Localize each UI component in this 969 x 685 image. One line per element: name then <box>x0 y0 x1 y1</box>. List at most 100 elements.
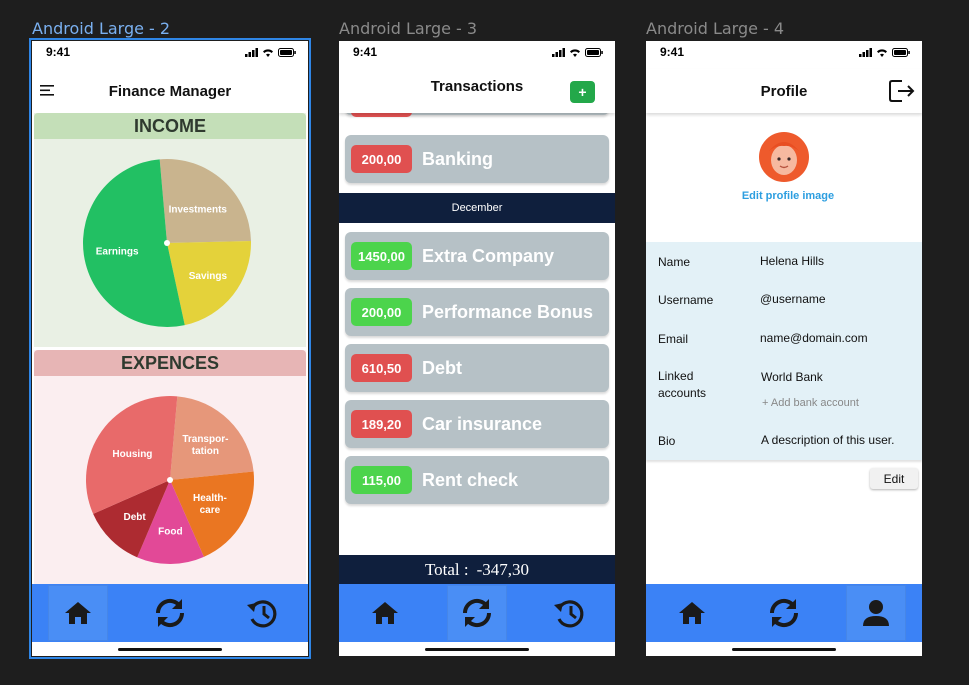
avatar-image <box>759 132 809 182</box>
nav-home-button[interactable] <box>662 585 722 641</box>
wifi-icon <box>877 48 887 57</box>
signal-icon <box>245 47 258 57</box>
email-label: Email <box>658 332 689 346</box>
profile-details: Name Helena Hills Username @username Ema… <box>646 242 922 460</box>
transaction-amount: 200,00 <box>351 145 412 173</box>
status-bar: 9:41 <box>32 41 308 63</box>
transaction-row[interactable]: 200,00 Performance Bonus <box>345 288 609 336</box>
status-time: 9:41 <box>46 45 71 59</box>
nav-home-button[interactable] <box>355 585 415 641</box>
username-label: Username <box>658 293 714 307</box>
status-bar: 9:41 <box>646 41 922 63</box>
transaction-row[interactable]: 610,50 Debt <box>345 344 609 392</box>
person-icon <box>863 600 889 626</box>
signal-icon <box>552 47 565 57</box>
transaction-amount: 189,20 <box>351 410 412 438</box>
transaction-amount: 1450,00 <box>351 242 412 270</box>
pie-slice-label: Investments <box>169 205 228 216</box>
home-icon <box>679 602 705 624</box>
signal-icon <box>859 47 872 57</box>
frame-label-transactions: Android Large - 3 <box>339 19 478 38</box>
name-label: Name <box>658 255 691 269</box>
total-label: Total : <box>424 560 469 579</box>
pie-slice-label: Earnings <box>96 247 139 258</box>
pie-slice-label: Health- <box>193 493 227 504</box>
profile-screen: 9:41 Profile Edit profile image Name Hel… <box>646 41 922 656</box>
nav-transactions-button[interactable] <box>140 585 200 641</box>
wifi-icon <box>570 48 580 57</box>
app-bar: Finance Manager <box>32 69 308 113</box>
pie-slice-label: Savings <box>189 271 228 282</box>
month-header: December <box>339 193 615 223</box>
finance-screen: 9:41 Finance Manager INCOME Investments S… <box>29 38 311 659</box>
expenses-pie-chart: Transpor-tation Health-care Food Debt Housin… <box>85 396 254 564</box>
linked-accounts-label: Linked accounts <box>658 369 707 400</box>
total-bar: Total : -347,30 <box>339 555 615 585</box>
pie-slice-label: tation <box>192 446 219 457</box>
pie-slice-label: Debt <box>123 512 146 523</box>
username-value: @username <box>760 292 826 306</box>
transaction-row[interactable]: 200,00 Banking <box>345 135 609 183</box>
page-title: Finance Manager <box>108 82 232 100</box>
logout-icon[interactable] <box>888 79 916 107</box>
nav-profile-button[interactable] <box>846 585 906 641</box>
battery-icon <box>585 47 603 57</box>
transaction-description: Rent check <box>422 469 519 490</box>
home-icon <box>65 602 91 624</box>
home-indicator <box>732 648 836 651</box>
income-title: INCOME <box>34 113 306 139</box>
nav-transactions-button[interactable] <box>447 585 507 641</box>
total-value: -347,30 <box>476 560 530 579</box>
nav-history-button[interactable] <box>232 585 292 641</box>
nav-history-button[interactable] <box>539 585 599 641</box>
transaction-description: Car insurance <box>422 413 543 434</box>
sync-icon <box>769 598 799 628</box>
transaction-amount: 200,00 <box>351 298 412 326</box>
pie-slice <box>159 159 251 243</box>
frame-label-finance: Android Large - 2 <box>32 19 171 38</box>
edit-profile-button[interactable]: Edit <box>870 468 918 489</box>
transactions-screen: 9:41 Transactions + 200,00 Banking Decem… <box>339 41 615 656</box>
edit-profile-image-link[interactable]: Edit profile image <box>646 190 922 202</box>
add-transaction-button[interactable]: + <box>570 81 595 103</box>
transaction-description: Extra Company <box>422 245 555 266</box>
pie-slice-label: Transpor- <box>182 434 228 445</box>
bottom-nav <box>339 584 615 642</box>
status-time: 9:41 <box>660 45 685 59</box>
status-icons <box>245 47 296 57</box>
menu-icon[interactable] <box>40 83 54 100</box>
transaction-row[interactable]: 115,00 Rent check <box>345 456 609 504</box>
income-pie-chart: Investments Savings Earnings <box>83 159 251 327</box>
transaction-description: Performance Bonus <box>422 301 594 322</box>
sync-icon <box>462 598 492 628</box>
name-value: Helena Hills <box>760 254 825 268</box>
home-icon <box>372 602 398 624</box>
status-icons <box>859 47 910 57</box>
pie-slice-label: Housing <box>112 449 152 460</box>
page-title: Profile <box>760 82 808 100</box>
pie-slice-label: Food <box>158 526 182 537</box>
status-bar: 9:41 <box>339 41 615 63</box>
pie-center-dot <box>164 240 170 246</box>
wifi-icon <box>263 48 273 57</box>
transaction-amount: 610,50 <box>351 354 412 382</box>
nav-transactions-button[interactable] <box>754 585 814 641</box>
nav-home-button[interactable] <box>48 585 108 641</box>
history-icon <box>247 600 277 628</box>
bio-value: A description of this user. <box>761 433 895 447</box>
home-indicator <box>118 648 222 651</box>
transaction-row[interactable]: 189,20 Car insurance <box>345 400 609 448</box>
bottom-nav <box>32 584 308 642</box>
avatar[interactable] <box>758 131 810 183</box>
frame-label-profile: Android Large - 4 <box>646 19 785 38</box>
sync-icon <box>155 598 185 628</box>
expenses-title: EXPENCES <box>34 350 306 376</box>
status-time: 9:41 <box>353 45 378 59</box>
add-bank-account-button[interactable]: + Add bank account <box>762 397 859 409</box>
transaction-row[interactable]: 1450,00 Extra Company <box>345 232 609 280</box>
pie-slice-label: care <box>200 505 221 516</box>
page-title: Transactions <box>430 77 524 95</box>
battery-icon <box>278 47 296 57</box>
app-bar: Profile <box>646 69 922 113</box>
battery-icon <box>892 47 910 57</box>
